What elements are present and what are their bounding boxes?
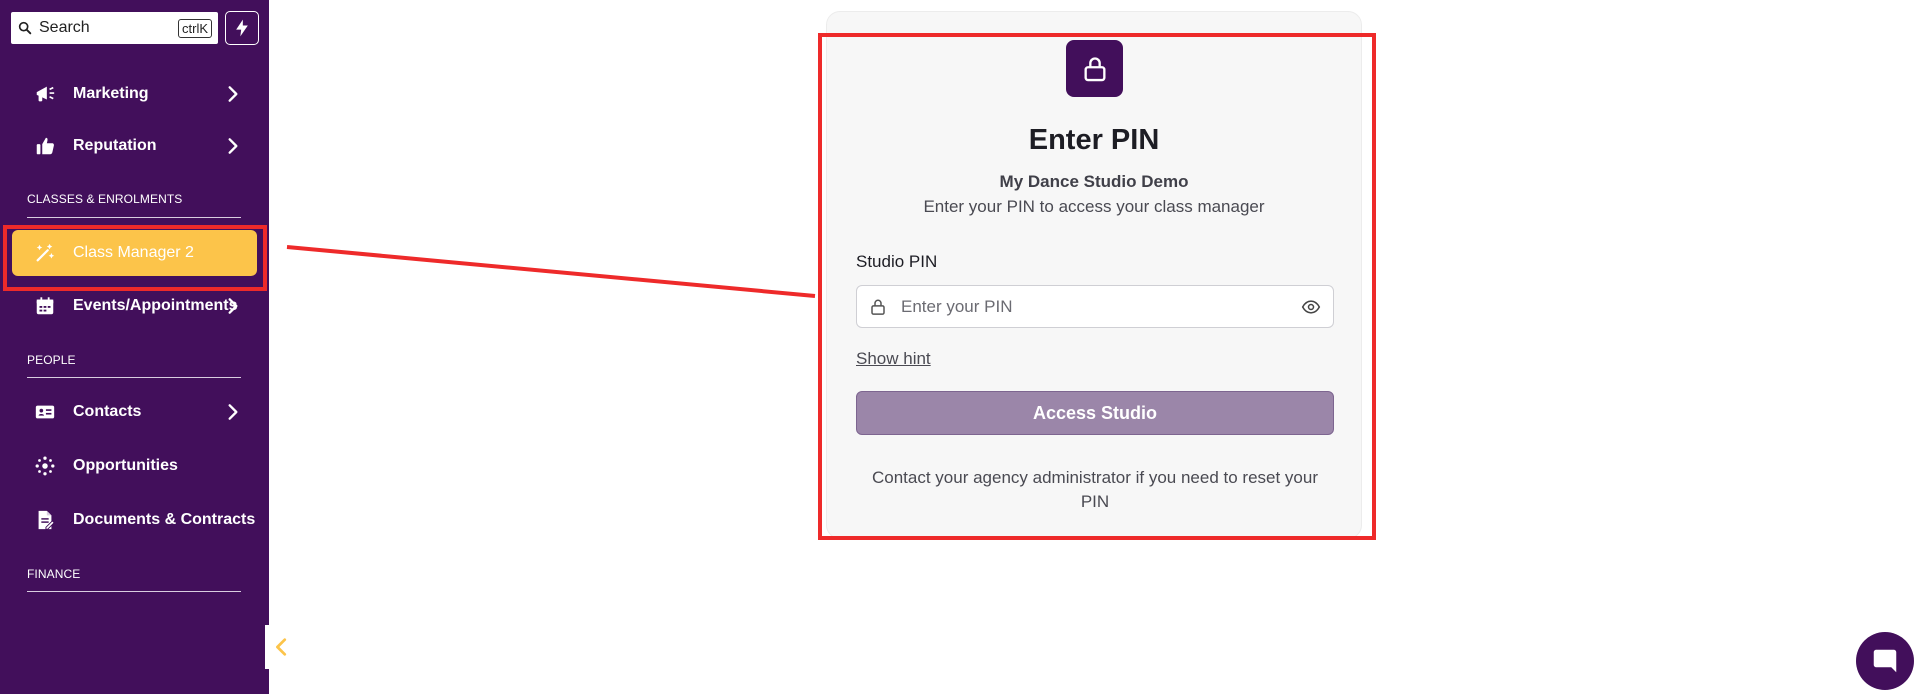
sidebar-item-label: Documents & Contracts (73, 511, 256, 528)
calendar-icon (34, 295, 56, 317)
search-input[interactable]: Search ctrlK (11, 12, 218, 44)
sidebar-item-label: Marketing (73, 85, 149, 102)
chevron-right-icon (228, 138, 238, 154)
search-label: Search (39, 19, 90, 36)
quick-actions-button[interactable] (225, 11, 259, 45)
section-divider (27, 217, 241, 218)
chevron-left-icon (276, 638, 287, 656)
lightning-bolt-icon (236, 19, 248, 37)
sidebar-item-documents-contracts[interactable]: Documents & Contracts (12, 497, 257, 543)
sidebar-item-marketing[interactable]: Marketing (12, 71, 257, 117)
section-title-finance: FINANCE (27, 567, 81, 581)
sidebar-item-opportunities[interactable]: Opportunities (12, 443, 257, 489)
search-shortcut-badge: ctrlK (178, 18, 212, 38)
chevron-right-icon (228, 404, 238, 420)
opportunities-icon (34, 455, 56, 477)
thumbs-up-icon (34, 135, 56, 157)
highlight-box-sidebar (3, 225, 267, 291)
chat-bubble-icon (1873, 649, 1897, 673)
sidebar-item-label: Events/Appointments (73, 297, 238, 314)
chevron-right-icon (228, 86, 238, 102)
collapse-sidebar-button[interactable] (265, 625, 299, 669)
section-title-classes: CLASSES & ENROLMENTS (27, 192, 183, 206)
highlight-box-card (818, 33, 1376, 540)
sidebar-item-label: Contacts (73, 403, 142, 420)
sidebar-item-reputation[interactable]: Reputation (12, 123, 257, 169)
sidebar-item-label: Opportunities (73, 457, 178, 474)
document-icon (34, 509, 56, 531)
section-divider (27, 377, 241, 378)
chat-widget-button[interactable] (1856, 632, 1914, 690)
sidebar-item-contacts[interactable]: Contacts (12, 389, 257, 435)
sidebar-item-label: Reputation (73, 137, 157, 154)
sidebar: Search ctrlK Marketing Reputation CLASSE… (0, 0, 269, 694)
section-title-people: PEOPLE (27, 353, 76, 367)
chevron-right-icon (228, 298, 238, 314)
search-icon (18, 21, 32, 35)
sidebar-item-events-appointments[interactable]: Events/Appointments (12, 283, 257, 329)
megaphone-icon (34, 83, 56, 105)
section-divider (27, 591, 241, 592)
contact-card-icon (34, 401, 56, 423)
